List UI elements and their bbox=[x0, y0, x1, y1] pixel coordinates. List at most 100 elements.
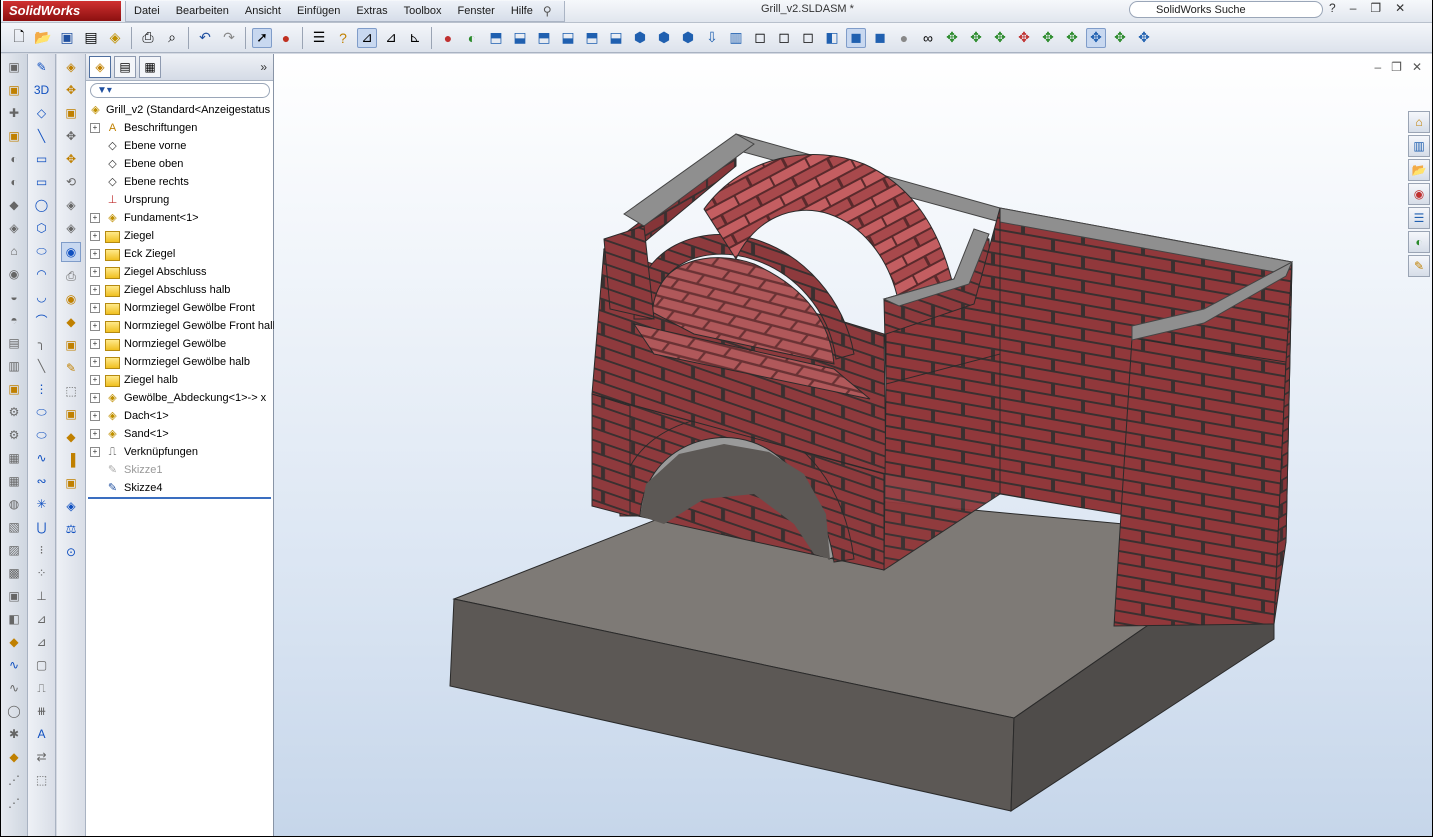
tree-node[interactable]: + ◈ Gewölbe_Abdeckung<1>-> x bbox=[86, 389, 273, 407]
new-document-icon[interactable]: 🗋 bbox=[9, 28, 29, 48]
move-component-icon[interactable]: ✥ bbox=[966, 28, 986, 48]
expand-toggle-icon[interactable]: + bbox=[90, 321, 100, 331]
hole-series-icon[interactable]: ⬚ bbox=[62, 382, 80, 400]
menu-ansicht[interactable]: Ansicht bbox=[237, 5, 289, 17]
feature-icon[interactable]: ◍ bbox=[5, 495, 23, 513]
minimize-button[interactable]: – bbox=[1350, 1, 1357, 15]
graphics-area[interactable]: – ❐ ✕ ⌂ ▥ 📂 ◉ ☰ ◐ ✎ bbox=[274, 54, 1432, 836]
expand-toggle-icon[interactable]: + bbox=[90, 429, 100, 439]
smart-fasteners-icon[interactable]: ✥ bbox=[62, 127, 80, 145]
feature-icon[interactable]: ◆ bbox=[5, 748, 23, 766]
view-trimetric-icon[interactable]: ⬢ bbox=[654, 28, 674, 48]
expand-toggle-icon[interactable]: + bbox=[90, 285, 100, 295]
expand-panel-icon[interactable]: » bbox=[260, 60, 267, 74]
tree-root[interactable]: ◈ Grill_v2 (Standard<Anzeigestatus bbox=[86, 101, 273, 119]
point-icon[interactable]: ✳ bbox=[33, 495, 51, 513]
tree-node[interactable]: + ◈ Sand<1> bbox=[86, 425, 273, 443]
expand-toggle-icon[interactable]: + bbox=[90, 393, 100, 403]
feature-icon[interactable]: ▧ bbox=[5, 518, 23, 536]
feature-icon[interactable]: ✚ bbox=[5, 104, 23, 122]
expand-toggle-icon[interactable]: + bbox=[90, 375, 100, 385]
view-dimetric-icon[interactable]: ⬢ bbox=[678, 28, 698, 48]
feature-icon[interactable]: ◆ bbox=[5, 633, 23, 651]
spline-icon[interactable]: ∿ bbox=[33, 449, 51, 467]
slot-icon[interactable]: ⬭ bbox=[33, 242, 51, 260]
tree-node[interactable]: + Ziegel halb bbox=[86, 371, 273, 389]
view-front-icon[interactable]: ⬒ bbox=[486, 28, 506, 48]
repair-icon[interactable]: ⧻ bbox=[33, 702, 51, 720]
measure-icon[interactable]: ⊾ bbox=[405, 28, 425, 48]
feature-icon[interactable]: ▦ bbox=[5, 472, 23, 490]
help-tool-icon[interactable]: ? bbox=[333, 28, 353, 48]
section-view-icon[interactable]: ▥ bbox=[726, 28, 746, 48]
tree-node[interactable]: + ◈ Dach<1> bbox=[86, 407, 273, 425]
ellipse-icon[interactable]: ⬭ bbox=[33, 403, 51, 421]
feature-icon[interactable]: ▥ bbox=[5, 357, 23, 375]
menu-toolbox[interactable]: Toolbox bbox=[396, 5, 450, 17]
belt-chain-icon[interactable]: ◆ bbox=[62, 428, 80, 446]
select-icon[interactable]: ➚ bbox=[252, 27, 272, 48]
options-icon[interactable]: ◈ bbox=[105, 28, 125, 48]
color-icon[interactable]: ◐ bbox=[462, 28, 482, 48]
feature-icon[interactable]: ◐ bbox=[5, 173, 23, 191]
expand-toggle-icon[interactable]: + bbox=[90, 123, 100, 133]
feature-icon[interactable]: ◒ bbox=[5, 288, 23, 306]
configuration-manager-tab-icon[interactable]: ▦ bbox=[139, 56, 161, 78]
tree-filter-input[interactable]: ▼▾ bbox=[90, 83, 270, 98]
offset-icon[interactable]: ⊥ bbox=[33, 587, 51, 605]
menu-hilfe[interactable]: Hilfe bbox=[503, 5, 541, 17]
feature-icon[interactable]: ◆ bbox=[5, 196, 23, 214]
bill-of-materials-icon[interactable]: ⎙ bbox=[62, 267, 80, 285]
shaded-icon[interactable]: ◼ bbox=[846, 27, 866, 48]
large-design-review-icon[interactable]: ⊙ bbox=[62, 543, 80, 561]
feature-icon[interactable]: ◈ bbox=[5, 219, 23, 237]
centerline-icon[interactable]: ⋮ bbox=[33, 380, 51, 398]
tree-node[interactable]: + Normziegel Gewölbe bbox=[86, 335, 273, 353]
menu-fenster[interactable]: Fenster bbox=[450, 5, 503, 17]
view-bottom-icon[interactable]: ⬓ bbox=[606, 28, 626, 48]
trim-icon[interactable]: ⋃ bbox=[33, 518, 51, 536]
mate-icon[interactable]: ✥ bbox=[62, 81, 80, 99]
relations-icon[interactable]: ⎍ bbox=[33, 679, 51, 697]
tree-node[interactable]: ✎ Skizze1 bbox=[86, 461, 273, 479]
feature-icon[interactable]: ⋰ bbox=[5, 794, 23, 812]
line-icon[interactable]: ╲ bbox=[33, 127, 51, 145]
tree-node[interactable]: ⊥ Ursprung bbox=[86, 191, 273, 209]
print-setup-icon[interactable]: ▤ bbox=[81, 28, 101, 48]
redo-icon[interactable]: ↷ bbox=[219, 28, 239, 48]
feature-icon[interactable]: ⌂ bbox=[5, 242, 23, 260]
solidworks-logo[interactable]: SolidWorks bbox=[3, 1, 121, 21]
assembly-feature-icon[interactable]: ✥ bbox=[1086, 27, 1106, 48]
mate-icon[interactable]: ✥ bbox=[942, 28, 962, 48]
chamfer-icon[interactable]: ╲ bbox=[33, 357, 51, 375]
exploded-view-icon[interactable]: ◉ bbox=[62, 290, 80, 308]
normal-to-icon[interactable]: ⇩ bbox=[702, 28, 722, 48]
tree-node[interactable]: ✎ Skizze4 bbox=[86, 479, 273, 497]
linear-pattern-icon[interactable]: ⁝ bbox=[33, 541, 51, 559]
scale-entities-icon[interactable]: ⬚ bbox=[33, 771, 51, 789]
circular-pattern-icon[interactable]: ⁘ bbox=[33, 564, 51, 582]
feature-icon[interactable]: ◧ bbox=[5, 610, 23, 628]
weld-icon[interactable]: ▣ bbox=[62, 405, 80, 423]
balance-icon[interactable]: ⚖ bbox=[62, 520, 80, 538]
expand-toggle-icon[interactable]: + bbox=[90, 339, 100, 349]
tree-node[interactable]: + ◈ Fundament<1> bbox=[86, 209, 273, 227]
feature-icon[interactable]: ▣ bbox=[5, 127, 23, 145]
restore-button[interactable]: ❐ bbox=[1370, 1, 1381, 15]
parallelogram-icon[interactable]: ▭ bbox=[33, 173, 51, 191]
physical-dynamics-icon[interactable]: ✥ bbox=[1134, 28, 1154, 48]
circle-icon[interactable]: ◯ bbox=[33, 196, 51, 214]
hidden-lines-visible-icon[interactable]: ◻ bbox=[774, 28, 794, 48]
wireframe-icon[interactable]: ◻ bbox=[750, 28, 770, 48]
perspective-icon[interactable]: ∞ bbox=[918, 28, 938, 48]
feature-icon[interactable]: ◐ bbox=[5, 150, 23, 168]
insert-component-icon[interactable]: ◈ bbox=[62, 58, 80, 76]
feature-icon[interactable]: ▤ bbox=[5, 334, 23, 352]
tree-node[interactable]: + Normziegel Gewölbe Front bbox=[86, 299, 273, 317]
spline-on-surface-icon[interactable]: ∾ bbox=[33, 472, 51, 490]
shaded-edges-icon[interactable]: ◧ bbox=[822, 28, 842, 48]
rectangle-icon[interactable]: ▭ bbox=[33, 150, 51, 168]
feature-icon[interactable]: ▨ bbox=[5, 541, 23, 559]
text-icon[interactable]: A bbox=[33, 725, 51, 743]
view-right-icon[interactable]: ⬓ bbox=[558, 28, 578, 48]
